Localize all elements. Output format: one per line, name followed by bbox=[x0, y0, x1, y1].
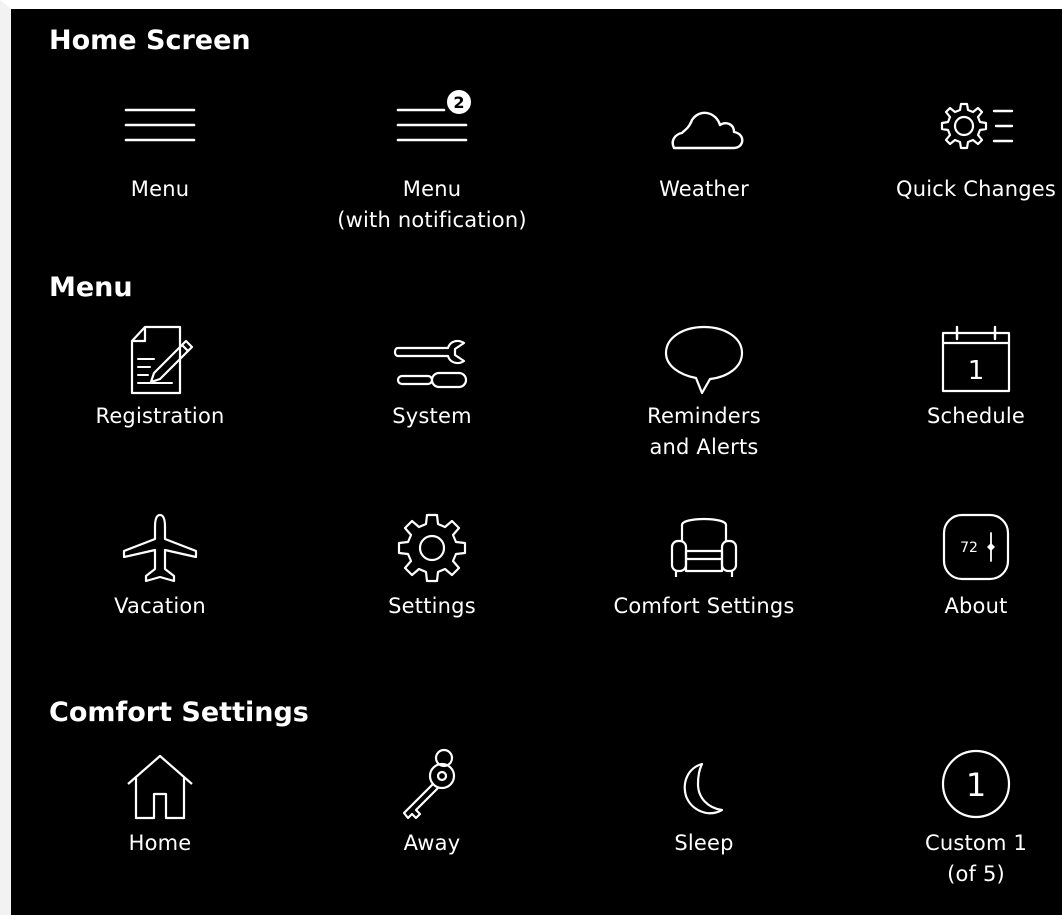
menu-tile-vacation-label: Vacation bbox=[114, 594, 206, 618]
menu-tile-system[interactable]: System bbox=[317, 321, 547, 432]
gear-list-icon bbox=[940, 102, 1014, 150]
menu-tile-system-label: System bbox=[392, 404, 472, 428]
home-tile-weather-label: Weather bbox=[659, 177, 749, 201]
section-title-comfort-settings: Comfort Settings bbox=[49, 697, 309, 728]
menu-tile-comfort-settings[interactable]: Comfort Settings bbox=[589, 511, 819, 622]
menu-notification-icon: 2 bbox=[396, 88, 473, 142]
thermostat-icon: 72 bbox=[942, 513, 1010, 581]
comfort-tile-sleep-label: Sleep bbox=[674, 831, 734, 855]
home-tile-quick-changes-label: Quick Changes bbox=[896, 177, 1056, 201]
armchair-icon bbox=[670, 517, 738, 577]
thermostat-temperature: 72 bbox=[960, 540, 978, 556]
section-title-home-screen: Home Screen bbox=[49, 25, 251, 56]
home-tile-weather[interactable]: Weather bbox=[589, 94, 819, 205]
menu-tile-schedule[interactable]: 1 Schedule bbox=[861, 321, 1062, 432]
house-icon bbox=[127, 754, 193, 820]
menu-tile-schedule-label: Schedule bbox=[926, 404, 1026, 428]
menu-tile-comfort-settings-label: Comfort Settings bbox=[613, 594, 795, 618]
gear-icon bbox=[397, 513, 467, 583]
key-icon bbox=[402, 748, 456, 820]
airplane-icon bbox=[122, 513, 198, 583]
menu-tile-reminders[interactable]: Reminders and Alerts bbox=[589, 321, 819, 463]
home-tile-menu-notification-label: Menu (with notification) bbox=[337, 177, 527, 232]
custom-slot-number: 1 bbox=[966, 766, 986, 804]
cloud-icon bbox=[671, 111, 744, 150]
wrench-screwdriver-icon bbox=[393, 339, 468, 389]
menu-tile-settings[interactable]: Settings bbox=[317, 511, 547, 622]
speech-bubble-icon bbox=[664, 325, 744, 395]
icon-reference-screen: Home Screen Menu 2 Menu (with notificati… bbox=[0, 0, 1062, 915]
comfort-tile-away-label: Away bbox=[403, 831, 461, 855]
section-title-menu: Menu bbox=[49, 272, 133, 303]
menu-tile-registration-label: Registration bbox=[95, 404, 225, 428]
menu-tile-reminders-label: Reminders and Alerts bbox=[647, 404, 761, 459]
comfort-tile-away[interactable]: Away bbox=[317, 748, 547, 859]
notification-badge-count: 2 bbox=[453, 93, 464, 112]
moon-icon bbox=[683, 762, 724, 815]
numbered-circle-icon: 1 bbox=[941, 749, 1011, 819]
calendar-icon: 1 bbox=[941, 325, 1011, 393]
notification-badge: 2 bbox=[445, 88, 473, 116]
comfort-tile-home[interactable]: Home bbox=[45, 748, 275, 859]
comfort-tile-custom[interactable]: 1 Custom 1 (of 5) bbox=[861, 748, 1062, 890]
menu-tile-about[interactable]: 72 About bbox=[861, 511, 1062, 622]
comfort-tile-sleep[interactable]: Sleep bbox=[589, 748, 819, 859]
home-tile-menu-label: Menu bbox=[130, 177, 190, 201]
menu-tile-vacation[interactable]: Vacation bbox=[45, 511, 275, 622]
home-tile-quick-changes[interactable]: Quick Changes bbox=[861, 94, 1062, 205]
comfort-tile-home-label: Home bbox=[128, 831, 192, 855]
hamburger-menu-icon bbox=[124, 108, 196, 142]
document-pencil-icon bbox=[130, 325, 194, 395]
calendar-day-number: 1 bbox=[968, 356, 985, 386]
comfort-tile-custom-label: Custom 1 (of 5) bbox=[924, 831, 1028, 886]
home-tile-menu[interactable]: Menu bbox=[45, 94, 275, 205]
menu-tile-registration[interactable]: Registration bbox=[45, 321, 275, 432]
menu-tile-settings-label: Settings bbox=[388, 594, 476, 618]
home-tile-menu-notification[interactable]: 2 Menu (with notification) bbox=[317, 88, 547, 236]
menu-tile-about-label: About bbox=[944, 594, 1008, 618]
